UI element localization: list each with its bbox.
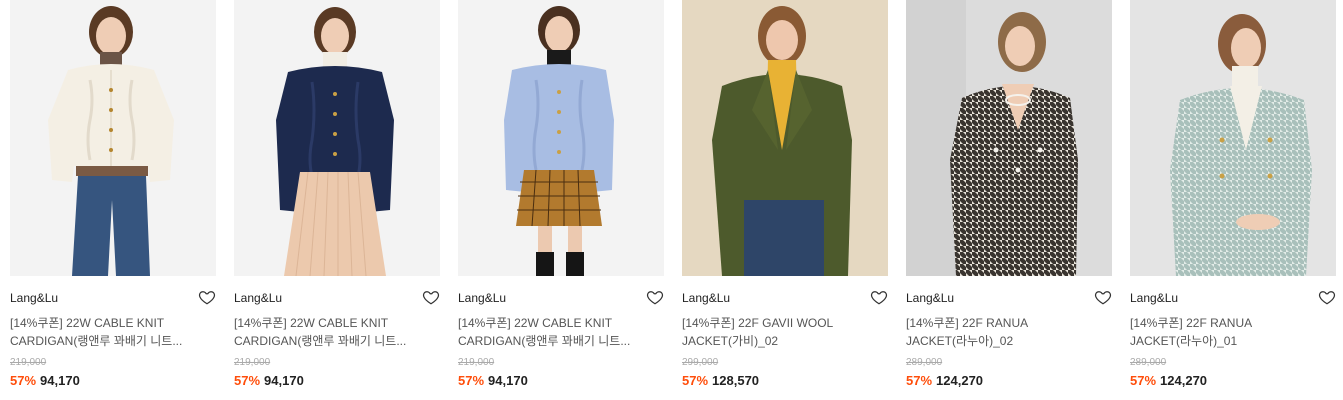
product-image[interactable] <box>10 0 216 276</box>
product-title[interactable]: [14%쿠폰] 22W CABLE KNIT CARDIGAN(랭앤루 꽈배기 … <box>10 314 210 350</box>
product-title-line: [14%쿠폰] 22W CABLE KNIT <box>234 316 389 330</box>
brand-name[interactable]: Lang&Lu <box>1130 291 1178 306</box>
heart-outline-icon[interactable] <box>870 288 888 306</box>
brand-name[interactable]: Lang&Lu <box>10 291 58 306</box>
sale-price: 128,570 <box>712 373 760 388</box>
original-price: 289,000 <box>1130 357 1167 368</box>
original-price: 289,000 <box>906 357 943 368</box>
sale-price: 94,170 <box>264 373 304 388</box>
product-title-line: JACKET(라누아)_01 <box>1130 334 1238 348</box>
product-title[interactable]: [14%쿠폰] 22W CABLE KNIT CARDIGAN(랭앤루 꽈배기 … <box>458 314 658 350</box>
heart-outline-icon[interactable] <box>198 288 216 306</box>
sale-price-row: 57% 124,270 <box>1130 373 1207 389</box>
discount-rate: 57% <box>234 373 261 388</box>
heart-outline-icon[interactable] <box>1318 288 1336 306</box>
product-image[interactable] <box>906 0 1112 276</box>
sale-price-row: 57% 124,270 <box>906 373 983 389</box>
heart-outline-icon[interactable] <box>422 288 440 306</box>
product-title-line: [14%쿠폰] 22F RANUA <box>906 316 1029 330</box>
product-title-line: [14%쿠폰] 22W CABLE KNIT <box>458 316 613 330</box>
product-title-line: JACKET(가비)_02 <box>682 334 779 348</box>
discount-rate: 57% <box>458 373 485 388</box>
brand-name[interactable]: Lang&Lu <box>234 291 282 306</box>
brand-name[interactable]: Lang&Lu <box>682 291 730 306</box>
product-card[interactable]: Lang&Lu [14%쿠폰] 22F RANUA JACKET(라누아)_01… <box>1130 0 1336 400</box>
brand-name[interactable]: Lang&Lu <box>458 291 506 306</box>
sale-price-row: 57% 94,170 <box>10 373 80 389</box>
product-image[interactable] <box>682 0 888 276</box>
product-title-line: CARDIGAN(랭앤루 꽈배기 니트... <box>10 334 183 348</box>
discount-rate: 57% <box>1130 373 1157 388</box>
product-title-line: JACKET(라누아)_02 <box>906 334 1014 348</box>
sale-price: 94,170 <box>488 373 528 388</box>
product-title[interactable]: [14%쿠폰] 22F RANUA JACKET(라누아)_02 <box>906 314 1106 350</box>
product-grid: Lang&Lu [14%쿠폰] 22W CABLE KNIT CARDIGAN(… <box>10 0 1336 400</box>
discount-rate: 57% <box>10 373 37 388</box>
product-title[interactable]: [14%쿠폰] 22F GAVII WOOL JACKET(가비)_02 <box>682 314 882 350</box>
original-price: 299,000 <box>682 357 719 368</box>
product-title[interactable]: [14%쿠폰] 22F RANUA JACKET(라누아)_01 <box>1130 314 1330 350</box>
discount-rate: 57% <box>682 373 709 388</box>
product-image[interactable] <box>234 0 440 276</box>
product-card[interactable]: Lang&Lu [14%쿠폰] 22F GAVII WOOL JACKET(가비… <box>682 0 888 400</box>
sale-price-row: 57% 94,170 <box>234 373 304 389</box>
product-title[interactable]: [14%쿠폰] 22W CABLE KNIT CARDIGAN(랭앤루 꽈배기 … <box>234 314 434 350</box>
product-card[interactable]: Lang&Lu [14%쿠폰] 22F RANUA JACKET(라누아)_02… <box>906 0 1112 400</box>
product-card[interactable]: Lang&Lu [14%쿠폰] 22W CABLE KNIT CARDIGAN(… <box>234 0 440 400</box>
original-price: 219,000 <box>458 357 495 368</box>
product-title-line: [14%쿠폰] 22F GAVII WOOL <box>682 316 834 330</box>
heart-outline-icon[interactable] <box>1094 288 1112 306</box>
original-price: 219,000 <box>10 357 47 368</box>
product-image[interactable] <box>458 0 664 276</box>
product-title-line: [14%쿠폰] 22W CABLE KNIT <box>10 316 165 330</box>
product-card[interactable]: Lang&Lu [14%쿠폰] 22W CABLE KNIT CARDIGAN(… <box>458 0 664 400</box>
product-title-line: [14%쿠폰] 22F RANUA <box>1130 316 1253 330</box>
sale-price-row: 57% 128,570 <box>682 373 759 389</box>
sale-price: 124,270 <box>936 373 984 388</box>
sale-price: 94,170 <box>40 373 80 388</box>
discount-rate: 57% <box>906 373 933 388</box>
sale-price: 124,270 <box>1160 373 1208 388</box>
product-title-line: CARDIGAN(랭앤루 꽈배기 니트... <box>234 334 407 348</box>
product-image[interactable] <box>1130 0 1336 276</box>
brand-name[interactable]: Lang&Lu <box>906 291 954 306</box>
product-card[interactable]: Lang&Lu [14%쿠폰] 22W CABLE KNIT CARDIGAN(… <box>10 0 216 400</box>
product-title-line: CARDIGAN(랭앤루 꽈배기 니트... <box>458 334 631 348</box>
heart-outline-icon[interactable] <box>646 288 664 306</box>
original-price: 219,000 <box>234 357 271 368</box>
sale-price-row: 57% 94,170 <box>458 373 528 389</box>
